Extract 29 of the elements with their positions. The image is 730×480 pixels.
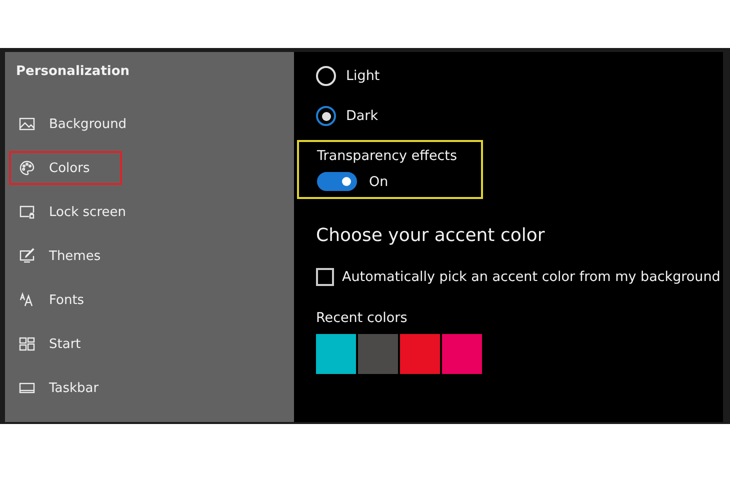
color-swatch[interactable] [316, 334, 356, 374]
radio-button[interactable] [316, 106, 336, 126]
checkbox[interactable] [316, 268, 334, 286]
sidebar-item[interactable]: Themes [9, 239, 133, 273]
radio-label: Dark [346, 108, 378, 124]
sidebar-item[interactable]: Background [9, 107, 159, 141]
taskbar-icon [19, 380, 35, 396]
picture-icon [19, 116, 35, 132]
letters-icon [19, 292, 35, 308]
sidebar-item[interactable]: Colors [9, 151, 122, 185]
toggle-switch[interactable] [317, 172, 357, 191]
toggle-state: On [369, 174, 388, 190]
checkbox-label: Automatically pick an accent color from my background [342, 269, 720, 285]
setting-label: Transparency effects [317, 148, 458, 164]
palette-icon [19, 160, 35, 176]
section-heading: Choose your accent color [316, 225, 546, 246]
sidebar-item[interactable]: Taskbar [9, 371, 131, 405]
radio-label: Light [346, 68, 380, 84]
color-swatch[interactable] [358, 334, 398, 374]
sidebar-item[interactable]: Lock screen [9, 195, 158, 229]
sidebar-title: Personalization [16, 64, 131, 79]
monitor-lock-icon [19, 204, 35, 220]
recent-colors-label: Recent colors [316, 310, 408, 326]
sidebar-item[interactable]: Fonts [9, 283, 116, 317]
color-swatch[interactable] [442, 334, 482, 374]
sidebar-item[interactable]: Start [9, 327, 113, 361]
monitor-pen-icon [19, 248, 35, 264]
color-swatch[interactable] [400, 334, 440, 374]
tiles-icon [19, 336, 35, 352]
